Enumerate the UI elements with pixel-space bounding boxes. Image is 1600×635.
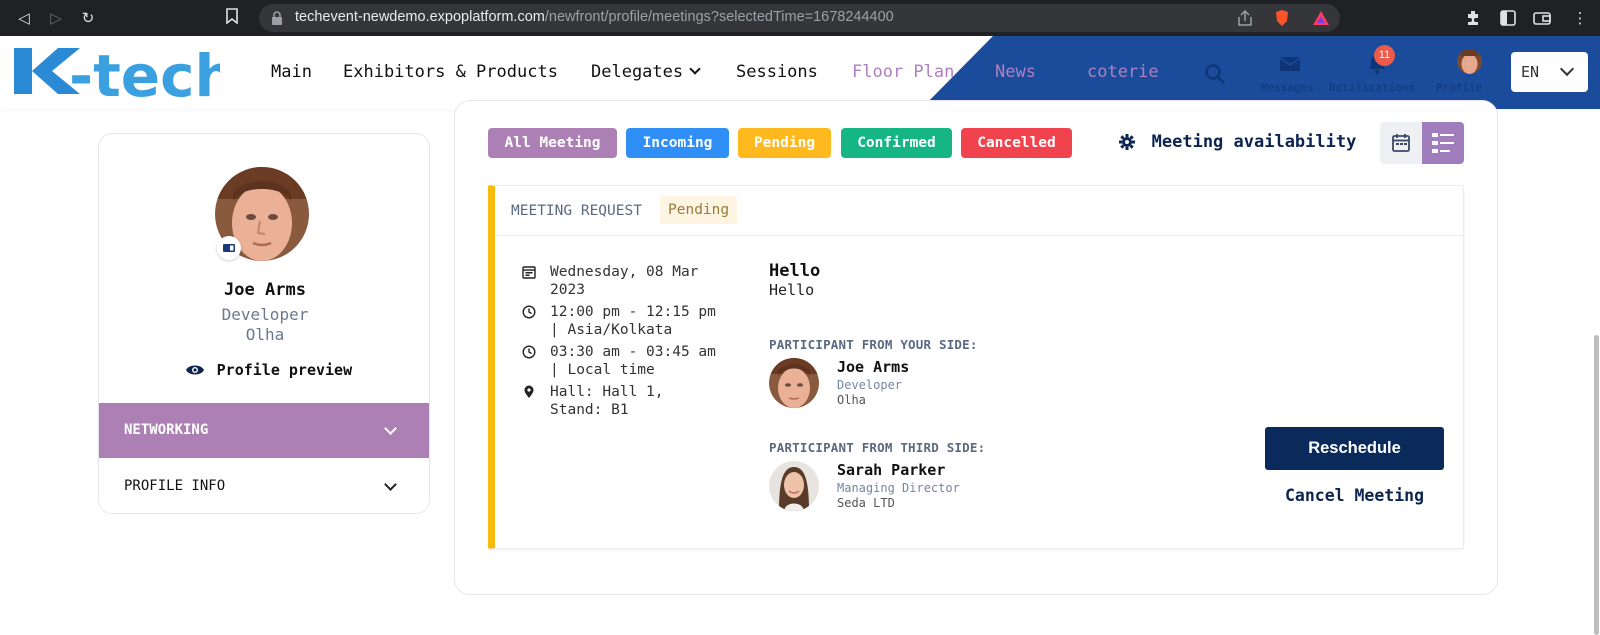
list-view-toggle[interactable] <box>1422 122 1464 164</box>
cancel-meeting-button[interactable]: Cancel Meeting <box>1265 486 1444 505</box>
page-scrollbar[interactable] <box>1594 335 1599 635</box>
participant-avatar[interactable] <box>769 461 819 511</box>
language-code: EN <box>1521 63 1540 81</box>
reload-icon[interactable]: ↻ <box>78 8 98 28</box>
chevron-down-icon <box>384 478 397 491</box>
meeting-time-line1: 12:00 pm - 12:15 pm <box>550 304 716 320</box>
gear-icon <box>1119 133 1135 150</box>
notifications-label[interactable]: Notifications <box>1329 81 1415 94</box>
accordion-profile-info-label: PROFILE INFO <box>124 478 226 494</box>
meeting-availability-label: Meeting availability <box>1151 131 1357 152</box>
nav-main[interactable]: Main <box>271 62 312 82</box>
logo[interactable]: -tech <box>6 38 220 104</box>
nav-floor-plan[interactable]: Floor Plan <box>852 62 954 82</box>
brave-shield-icon[interactable] <box>1274 9 1290 27</box>
meeting-location-line2: Stand: B1 <box>550 402 629 418</box>
search-icon[interactable] <box>1203 62 1227 86</box>
participant-avatar[interactable] <box>769 358 819 408</box>
profile-name: Joe Arms <box>224 280 306 300</box>
meeting-location-line1: Hall: Hall 1, <box>550 384 664 400</box>
profile-card: Joe Arms Developer Olha Profile preview … <box>98 133 430 514</box>
mail-icon[interactable] <box>1278 52 1302 76</box>
meeting-card-header: MEETING REQUEST Pending <box>495 186 1464 236</box>
third-participant-company: Seda LTD <box>837 496 895 510</box>
language-select[interactable]: EN <box>1511 52 1588 92</box>
profile-preview-label: Profile preview <box>216 360 353 379</box>
menu-icon[interactable]: ⋮ <box>1570 8 1590 28</box>
bookmark-icon[interactable] <box>222 8 242 28</box>
rewards-icon[interactable] <box>1312 10 1330 26</box>
filter-cancelled[interactable]: Cancelled <box>961 128 1072 158</box>
third-participant-role: Managing Director <box>837 481 960 495</box>
browser-toolbar: ◁ ▷ ↻ techevent-newdemo.expoplatform.com… <box>0 0 1600 36</box>
business-card-icon[interactable] <box>217 236 241 260</box>
sidebar-icon[interactable] <box>1498 8 1518 28</box>
clock-icon <box>522 305 536 319</box>
chevron-down-icon <box>1559 61 1575 77</box>
logo-text: -tech <box>69 42 220 104</box>
profile-label[interactable]: Profile <box>1436 81 1482 94</box>
meeting-date-line1: Wednesday, 08 Mar <box>550 264 699 280</box>
meeting-availability-button[interactable]: Meeting availability <box>1118 131 1356 155</box>
status-badge: Pending <box>660 196 738 224</box>
nav-coterie[interactable]: coterie <box>1087 62 1159 82</box>
nav-delegates[interactable]: Delegates <box>591 62 699 82</box>
calendar-view-toggle[interactable] <box>1380 122 1422 164</box>
site-header: -tech Main Exhibitors & Products Delegat… <box>0 36 1600 109</box>
filter-incoming[interactable]: Incoming <box>626 128 729 158</box>
lock-icon <box>272 11 282 25</box>
third-participant-name[interactable]: Sarah Parker <box>837 461 945 479</box>
nav-exhibitors[interactable]: Exhibitors & Products <box>343 62 558 82</box>
your-participant-company: Olha <box>837 393 866 407</box>
address-bar[interactable]: techevent-newdemo.expoplatform.com/newfr… <box>259 4 1340 32</box>
profile-role: Developer <box>221 305 309 324</box>
wallet-icon[interactable] <box>1532 8 1552 28</box>
filter-confirmed[interactable]: Confirmed <box>841 128 952 158</box>
url-path: /newfront/profile/meetings?selectedTime=… <box>544 9 894 25</box>
share-icon[interactable] <box>1236 9 1254 27</box>
meeting-time-line2: | Asia/Kolkata <box>550 322 673 338</box>
profile-company: Olha <box>245 325 285 344</box>
meeting-local-line1: 03:30 am - 03:45 am <box>550 344 716 360</box>
url-text[interactable]: techevent-newdemo.expoplatform.com/newfr… <box>295 9 894 25</box>
nav-sessions[interactable]: Sessions <box>736 62 818 82</box>
meeting-request-label: MEETING REQUEST <box>511 203 642 219</box>
list-icon <box>1432 133 1454 153</box>
reschedule-button[interactable]: Reschedule <box>1265 427 1444 470</box>
third-side-label: PARTICIPANT FROM THIRD SIDE: <box>769 440 986 455</box>
accordion-profile-info[interactable]: PROFILE INFO <box>99 458 429 513</box>
your-participant-role: Developer <box>837 378 903 392</box>
profile-avatar[interactable] <box>1457 49 1482 74</box>
extensions-icon[interactable] <box>1464 8 1484 28</box>
back-icon[interactable]: ◁ <box>14 8 34 28</box>
filter-pending[interactable]: Pending <box>738 128 831 158</box>
calendar-icon <box>522 266 536 279</box>
messages-label[interactable]: Messages <box>1261 81 1314 94</box>
meeting-title: Hello <box>769 261 821 281</box>
meeting-card: MEETING REQUEST Pending Wednesday, 08 Ma… <box>488 185 1464 549</box>
forward-icon[interactable]: ▷ <box>46 8 66 28</box>
your-participant-name[interactable]: Joe Arms <box>837 358 909 376</box>
nav-news[interactable]: News <box>995 62 1036 82</box>
url-domain: techevent-newdemo.expoplatform.com <box>295 9 545 25</box>
accordion-networking-label: NETWORKING <box>124 422 209 438</box>
meeting-date-line2: 2023 <box>550 282 585 298</box>
notification-badge: 11 <box>1374 45 1395 66</box>
location-pin-icon <box>524 385 534 398</box>
meeting-local-line2: | Local time <box>550 362 655 378</box>
clock-icon <box>522 345 536 359</box>
your-side-label: PARTICIPANT FROM YOUR SIDE: <box>769 337 978 352</box>
eye-icon <box>186 365 204 374</box>
calendar-icon <box>1392 134 1410 152</box>
profile-preview-link[interactable]: Profile preview <box>185 359 352 381</box>
meeting-message: Hello <box>769 281 815 299</box>
chevron-down-icon <box>384 422 397 435</box>
filter-all-meeting[interactable]: All Meeting <box>488 128 617 158</box>
accordion-networking[interactable]: NETWORKING <box>99 403 429 458</box>
